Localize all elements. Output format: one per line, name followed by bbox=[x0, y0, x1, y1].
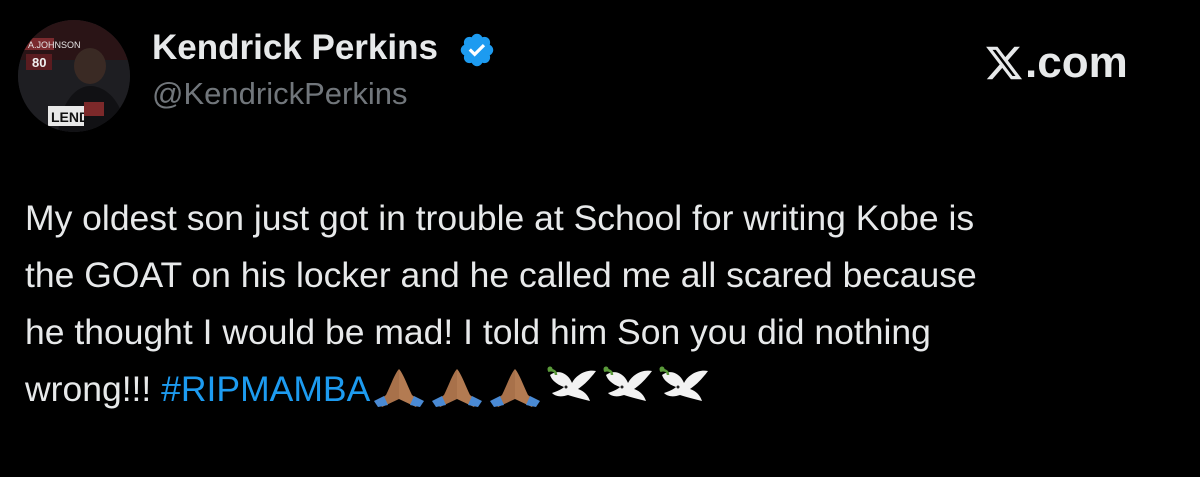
author-name[interactable]: Kendrick Perkins bbox=[152, 28, 438, 68]
site-mark-suffix: .com bbox=[1025, 38, 1128, 87]
tweet-line: the GOAT on his locker and he called me … bbox=[25, 255, 977, 295]
svg-text:A.JOHNSON: A.JOHNSON bbox=[28, 40, 81, 50]
tweet-line: My oldest son just got in trouble at Sch… bbox=[25, 198, 975, 238]
tweet-line-last: wrong!!! #RIPMAMBA bbox=[25, 361, 1175, 418]
site-mark: .com bbox=[984, 38, 1128, 88]
x-logo-icon bbox=[986, 46, 1023, 80]
verified-badge-icon bbox=[460, 33, 494, 67]
author-handle[interactable]: @KendrickPerkins bbox=[152, 76, 407, 112]
folded-hands-icon bbox=[374, 369, 425, 407]
svg-text:LEND: LEND bbox=[51, 109, 89, 125]
tweet-line-text: wrong!!! bbox=[25, 369, 162, 409]
svg-text:80: 80 bbox=[32, 55, 46, 70]
author-avatar[interactable]: A.JOHNSON 80 LEND bbox=[18, 20, 130, 132]
folded-hands-icon bbox=[490, 369, 541, 407]
hashtag-link[interactable]: #RIPMAMBA bbox=[161, 369, 370, 409]
dove-icon bbox=[603, 366, 653, 401]
tweet-body: My oldest son just got in trouble at Sch… bbox=[25, 190, 1175, 418]
folded-hands-icon bbox=[432, 369, 483, 407]
tweet-card: A.JOHNSON 80 LEND Kendrick Perkins @Kend… bbox=[0, 0, 1200, 477]
dove-icon bbox=[547, 366, 597, 401]
profile-photo-icon: A.JOHNSON 80 LEND bbox=[18, 20, 130, 132]
emoji-group bbox=[370, 366, 712, 409]
tweet-line: he thought I would be mad! I told him So… bbox=[25, 312, 931, 352]
dove-icon bbox=[659, 366, 709, 401]
